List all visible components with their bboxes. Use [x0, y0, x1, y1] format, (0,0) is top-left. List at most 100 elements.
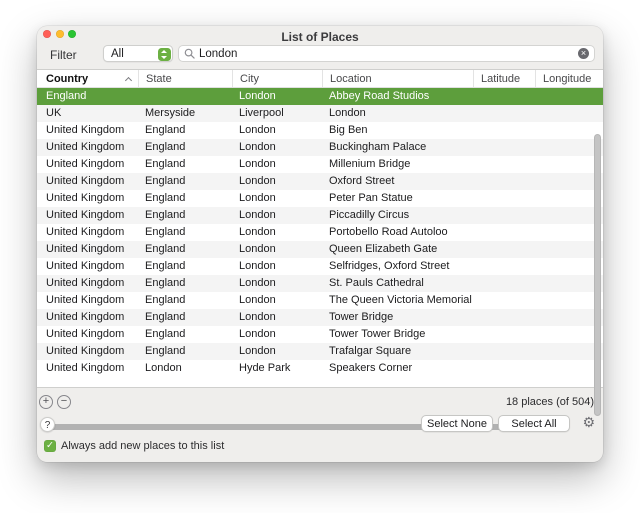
cell-city: Hyde Park — [232, 360, 322, 377]
table-row[interactable]: United KingdomEnglandLondonBig Ben — [37, 122, 603, 139]
cell-city: London — [232, 122, 322, 139]
cell-location: Selfridges, Oxford Street — [322, 258, 473, 275]
cell-city: London — [232, 224, 322, 241]
table-row[interactable]: United KingdomEnglandLondonQueen Elizabe… — [37, 241, 603, 258]
table-row[interactable]: United KingdomEnglandLondonPiccadilly Ci… — [37, 207, 603, 224]
cell-latitude — [473, 241, 535, 258]
cell-state — [138, 88, 232, 105]
cell-state: England — [138, 275, 232, 292]
cell-city: London — [232, 292, 322, 309]
gear-icon[interactable]: ⚙ — [582, 414, 595, 431]
always-add-checkbox[interactable]: ✓ — [44, 440, 56, 452]
filter-dropdown[interactable]: All — [103, 45, 173, 62]
cell-country: United Kingdom — [37, 309, 138, 326]
table-row[interactable]: United KingdomEnglandLondonTrafalgar Squ… — [37, 343, 603, 360]
cell-longitude — [535, 292, 603, 309]
cell-city: London — [232, 156, 322, 173]
cell-location: Buckingham Palace — [322, 139, 473, 156]
cell-latitude — [473, 343, 535, 360]
cell-city: London — [232, 139, 322, 156]
sort-ascending-icon — [126, 77, 131, 82]
cell-location: Portobello Road Autoloo — [322, 224, 473, 241]
cell-latitude — [473, 105, 535, 122]
table-row[interactable]: United KingdomLondonHyde ParkSpeakers Co… — [37, 360, 603, 377]
dropdown-stepper-icon — [158, 48, 171, 62]
search-input[interactable] — [195, 46, 578, 61]
table-row[interactable]: United KingdomEnglandLondonSt. Pauls Cat… — [37, 275, 603, 292]
column-header-country[interactable]: Country — [37, 70, 138, 87]
cell-state: Mersyside — [138, 105, 232, 122]
chevron-up-icon — [161, 50, 167, 53]
cell-latitude — [473, 190, 535, 207]
cell-location: Millenium Bridge — [322, 156, 473, 173]
cell-location: The Queen Victoria Memorial — [322, 292, 473, 309]
cell-country: United Kingdom — [37, 122, 138, 139]
clear-search-icon[interactable]: × — [578, 48, 589, 59]
table-row[interactable]: United KingdomEnglandLondonMillenium Bri… — [37, 156, 603, 173]
table-row[interactable]: United KingdomEnglandLondonBuckingham Pa… — [37, 139, 603, 156]
cell-city: London — [232, 326, 322, 343]
cell-country: United Kingdom — [37, 275, 138, 292]
cell-country: United Kingdom — [37, 207, 138, 224]
column-header-longitude[interactable]: Longitude — [535, 70, 603, 87]
cell-latitude — [473, 275, 535, 292]
footer-bar: + − 18 places (of 504) ? Select None Sel… — [37, 388, 603, 462]
cell-country: United Kingdom — [37, 139, 138, 156]
chevron-down-icon — [161, 56, 167, 59]
search-icon — [184, 48, 195, 59]
cell-latitude — [473, 326, 535, 343]
cell-country: United Kingdom — [37, 156, 138, 173]
remove-place-button[interactable]: − — [57, 395, 71, 409]
cell-latitude — [473, 360, 535, 377]
table-row[interactable]: United KingdomEnglandLondonPortobello Ro… — [37, 224, 603, 241]
cell-location: Queen Elizabeth Gate — [322, 241, 473, 258]
cell-longitude — [535, 156, 603, 173]
table-row[interactable]: United KingdomEnglandLondonTower Tower B… — [37, 326, 603, 343]
table-row[interactable]: UKMersysideLiverpoolLondon — [37, 105, 603, 122]
select-none-button[interactable]: Select None — [421, 415, 493, 432]
table-row[interactable]: United KingdomEnglandLondonPeter Pan Sta… — [37, 190, 603, 207]
cell-state: England — [138, 258, 232, 275]
cell-latitude — [473, 292, 535, 309]
title-bar[interactable]: List of Places — [37, 26, 603, 42]
search-field[interactable]: × — [178, 45, 595, 62]
cell-state: England — [138, 173, 232, 190]
cell-country: United Kingdom — [37, 292, 138, 309]
cell-location: Speakers Corner — [322, 360, 473, 377]
table-row[interactable]: United KingdomEnglandLondonThe Queen Vic… — [37, 292, 603, 309]
table-row[interactable]: United KingdomEnglandLondonTower Bridge — [37, 309, 603, 326]
cell-state: England — [138, 139, 232, 156]
cell-country: UK — [37, 105, 138, 122]
cell-state: England — [138, 224, 232, 241]
cell-country: United Kingdom — [37, 343, 138, 360]
cell-state: England — [138, 326, 232, 343]
column-header-latitude[interactable]: Latitude — [473, 70, 535, 87]
cell-country: United Kingdom — [37, 190, 138, 207]
column-header-city[interactable]: City — [232, 70, 322, 87]
column-header-state[interactable]: State — [138, 70, 232, 87]
table-row[interactable]: United KingdomEnglandLondonOxford Street — [37, 173, 603, 190]
cell-city: London — [232, 343, 322, 360]
vertical-scrollbar[interactable] — [594, 134, 601, 416]
filter-toolbar: Filter All × — [37, 42, 603, 69]
cell-state: England — [138, 343, 232, 360]
cell-country: England — [37, 88, 138, 105]
cell-state: England — [138, 190, 232, 207]
cell-longitude — [535, 173, 603, 190]
column-header-location[interactable]: Location — [322, 70, 473, 87]
help-button[interactable]: ? — [40, 417, 55, 432]
add-place-button[interactable]: + — [39, 395, 53, 409]
cell-longitude — [535, 224, 603, 241]
cell-city: London — [232, 173, 322, 190]
cell-country: United Kingdom — [37, 258, 138, 275]
cell-location: St. Pauls Cathedral — [322, 275, 473, 292]
cell-state: England — [138, 207, 232, 224]
table-row[interactable]: United KingdomEnglandLondonSelfridges, O… — [37, 258, 603, 275]
always-add-checkbox-row: ✓ Always add new places to this list — [44, 440, 224, 452]
cell-city: London — [232, 241, 322, 258]
cell-location: Abbey Road Studios — [322, 88, 473, 105]
cell-latitude — [473, 122, 535, 139]
filter-dropdown-value: All — [111, 48, 124, 60]
select-all-button[interactable]: Select All — [498, 415, 570, 432]
table-row[interactable]: EnglandLondonAbbey Road Studios — [37, 88, 603, 105]
